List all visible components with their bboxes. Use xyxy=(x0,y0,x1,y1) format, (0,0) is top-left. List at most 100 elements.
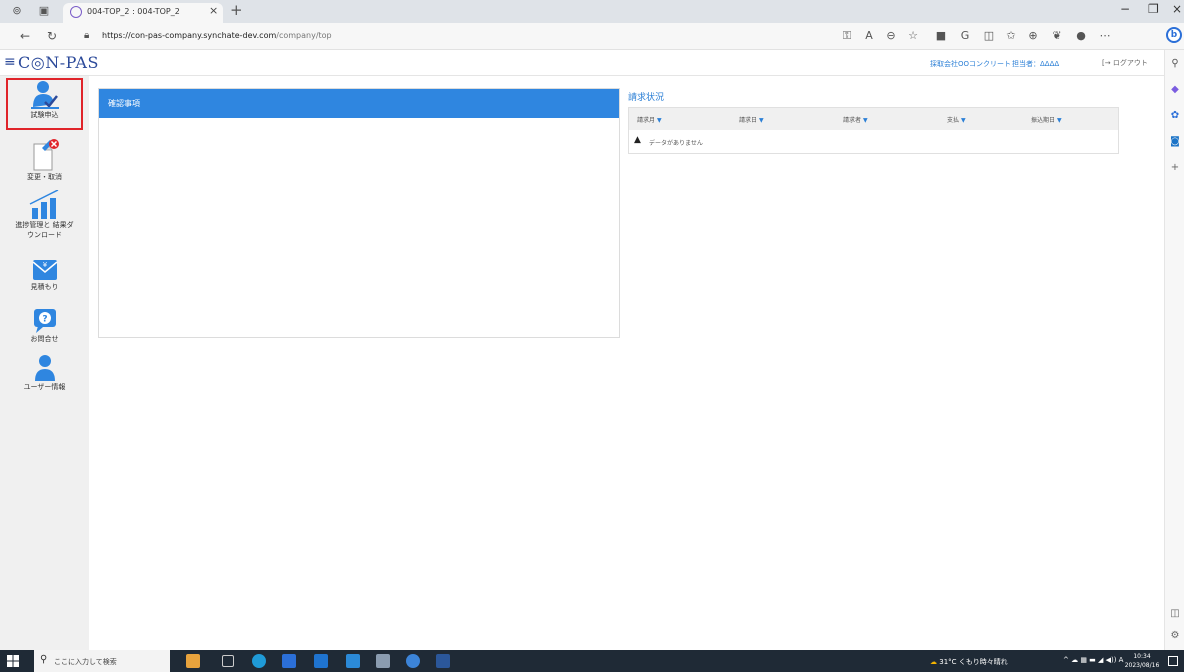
taskbar-clock[interactable]: 10:34 2023/08/16 xyxy=(1124,652,1160,670)
question-bubble-icon: ? xyxy=(33,309,56,333)
favorites-icon[interactable]: ✩ xyxy=(1004,29,1018,43)
column-header-biller[interactable]: 請求者 ▼ xyxy=(843,115,868,124)
store-app-icon[interactable] xyxy=(282,654,296,668)
restore-icon[interactable]: ❐ xyxy=(1148,2,1159,16)
windows-start-icon[interactable] xyxy=(7,655,19,667)
browser-tab-bar: ⊚ ▣ 004-TOP_2 : 004-TOP_2 × + − ❐ × xyxy=(0,0,1184,23)
nav-label: 見積もり xyxy=(30,283,59,291)
people-app-icon[interactable] xyxy=(406,654,420,668)
favorite-star-icon[interactable]: ☆ xyxy=(906,29,920,43)
weather-widget[interactable]: ☁ 31°C くもり時々晴れ xyxy=(930,657,1008,667)
outlook-icon[interactable]: ◙ xyxy=(1169,136,1181,148)
empty-message: データがありません xyxy=(649,140,703,147)
workspaces-icon[interactable]: ⊚ xyxy=(10,4,24,18)
tab-actions-icon[interactable]: ▣ xyxy=(37,4,51,18)
sort-caret-icon: ▼ xyxy=(960,117,966,124)
app-icon[interactable] xyxy=(376,654,390,668)
browser-tab[interactable]: 004-TOP_2 : 004-TOP_2 × xyxy=(63,3,223,23)
edge-sidebar: ⚲ ◆ ✿ ◙ + ◫ ⚙ xyxy=(1164,50,1184,650)
logout-label: ログアウト xyxy=(1112,59,1148,67)
empty-data-row: ▲ データがありません xyxy=(629,130,1118,153)
svg-text:¥: ¥ xyxy=(42,261,47,269)
zoom-icon[interactable]: ⊖ xyxy=(884,29,898,43)
mail-app-icon[interactable] xyxy=(346,654,360,668)
nav-label: 進捗管理と 結果ダ ウンロード xyxy=(15,221,74,239)
nav-label: 変更・取消 xyxy=(27,173,62,181)
performance-icon[interactable]: ❦ xyxy=(1050,29,1064,43)
nav-item-change-cancel[interactable]: 変更・取消 xyxy=(0,136,89,182)
column-header-transfer-due[interactable]: 振込期日 ▼ xyxy=(1031,115,1062,124)
company-name: 採取会社OOコンクリート xyxy=(930,60,1012,68)
url-path: /company/top xyxy=(276,31,332,40)
collections-icon[interactable]: ⊕ xyxy=(1026,29,1040,43)
sort-caret-icon: ▼ xyxy=(656,117,662,124)
extension-icon[interactable]: ■ xyxy=(934,29,948,43)
billing-status-title: 請求状況 xyxy=(628,93,665,103)
column-header-payment[interactable]: 支払 ▼ xyxy=(947,115,966,124)
nav-item-estimate[interactable]: ¥ 見積もり xyxy=(0,256,89,292)
taskbar-search-input[interactable]: ⚲ ここに入力して検索 xyxy=(34,650,170,672)
column-label: 請求日 xyxy=(739,117,758,124)
logout-button[interactable]: [→ ログアウト xyxy=(1102,58,1148,68)
calendar-app-icon[interactable] xyxy=(314,654,328,668)
envelope-yen-icon: ¥ xyxy=(32,260,57,280)
search-icon[interactable]: ⚲ xyxy=(1169,58,1181,70)
sort-caret-icon: ▼ xyxy=(862,117,868,124)
password-key-icon[interactable]: ⚿ xyxy=(840,29,854,43)
close-tab-icon[interactable]: × xyxy=(209,4,218,17)
sort-caret-icon: ▼ xyxy=(758,117,764,124)
bing-chat-icon[interactable]: b xyxy=(1166,27,1182,43)
add-sidebar-app-icon[interactable]: + xyxy=(1169,162,1181,174)
sidebar-settings-icon[interactable]: ⚙ xyxy=(1169,630,1181,642)
search-placeholder: ここに入力して検索 xyxy=(54,658,117,666)
nav-label: 試験申込 xyxy=(30,111,59,119)
extension-2-icon[interactable]: G xyxy=(958,29,972,43)
system-tray[interactable]: ^ ☁ ▦ ▬ ◢ ◀)) A xyxy=(1063,656,1123,664)
edge-browser-icon[interactable] xyxy=(252,654,266,668)
sort-caret-icon: ▼ xyxy=(1056,117,1062,124)
shopping-tag-icon[interactable]: ◆ xyxy=(1169,84,1181,96)
windows-taskbar: ⚲ ここに入力して検索 ☁ 31°C くもり時々晴れ ^ ☁ ▦ ▬ ◢ ◀))… xyxy=(0,650,1184,672)
search-icon: ⚲ xyxy=(40,654,48,665)
person-in-charge[interactable]: 担当者：ΔΔΔΔ xyxy=(1012,59,1059,69)
nav-label: ユーザー情報 xyxy=(23,383,66,391)
task-view-icon[interactable] xyxy=(222,655,234,667)
briefcase-app-icon[interactable] xyxy=(186,654,200,668)
billing-table: 請求月 ▼ 請求日 ▼ 請求者 ▼ 支払 ▼ 振込期日 ▼ ▲ データがありませ… xyxy=(628,107,1119,154)
nav-item-user-info[interactable]: ユーザー情報 xyxy=(0,354,89,392)
refresh-icon[interactable]: ↻ xyxy=(47,29,57,43)
confirmation-panel-title: 確認事項 xyxy=(99,89,619,118)
app-logo[interactable]: C◎N-PAS xyxy=(18,53,99,72)
lock-icon: 🔒︎ xyxy=(84,30,90,41)
back-icon[interactable]: ← xyxy=(20,29,30,43)
read-aloud-icon[interactable]: A xyxy=(862,29,876,43)
profile-avatar-icon[interactable]: ● xyxy=(1074,29,1088,43)
tools-icon[interactable]: ✿ xyxy=(1169,110,1181,122)
url-field[interactable]: https://con-pas-company.synchate-dev.com… xyxy=(102,31,332,40)
column-header-billing-date[interactable]: 請求日 ▼ xyxy=(739,115,764,124)
notification-icon[interactable] xyxy=(1168,656,1178,666)
document-edit-cancel-icon xyxy=(33,139,59,171)
left-sidebar: 試験申込 変更・取消 進捗管理と 結果ダ ウンロード ¥ 見積もり ? お問合せ… xyxy=(0,76,89,650)
column-header-billing-month[interactable]: 請求月 ▼ xyxy=(637,115,662,124)
nav-item-progress-results[interactable]: 進捗管理と 結果ダ ウンロード xyxy=(0,190,89,240)
confirmation-panel: 確認事項 xyxy=(98,88,620,338)
address-bar-row: ← ↻ 🔒︎ https://con-pas-company.synchate-… xyxy=(0,23,1184,50)
word-app-icon[interactable] xyxy=(436,654,450,668)
site-favicon-icon xyxy=(70,6,82,18)
minimize-icon[interactable]: − xyxy=(1120,2,1130,16)
sidebar-layout-icon[interactable]: ◫ xyxy=(1169,608,1181,620)
more-menu-icon[interactable]: ⋯ xyxy=(1098,29,1112,43)
billing-table-header: 請求月 ▼ 請求日 ▼ 請求者 ▼ 支払 ▼ 振込期日 ▼ xyxy=(629,108,1118,130)
split-screen-icon[interactable]: ◫ xyxy=(982,29,996,43)
app-header: ≡ C◎N-PAS 採取会社OOコンクリート 担当者：ΔΔΔΔ [→ ログアウト xyxy=(0,50,1164,76)
close-window-icon[interactable]: × xyxy=(1172,2,1182,16)
clock-date: 2023/08/16 xyxy=(1124,662,1160,669)
logout-icon: [→ xyxy=(1102,59,1113,67)
tab-title: 004-TOP_2 : 004-TOP_2 xyxy=(87,7,180,16)
nav-item-exam-application[interactable]: 試験申込 xyxy=(6,78,83,130)
hamburger-menu-icon[interactable]: ≡ xyxy=(4,54,16,70)
nav-item-inquiry[interactable]: ? お問合せ xyxy=(0,306,89,344)
weather-icon: ☁ xyxy=(930,658,937,666)
new-tab-icon[interactable]: + xyxy=(230,1,243,19)
